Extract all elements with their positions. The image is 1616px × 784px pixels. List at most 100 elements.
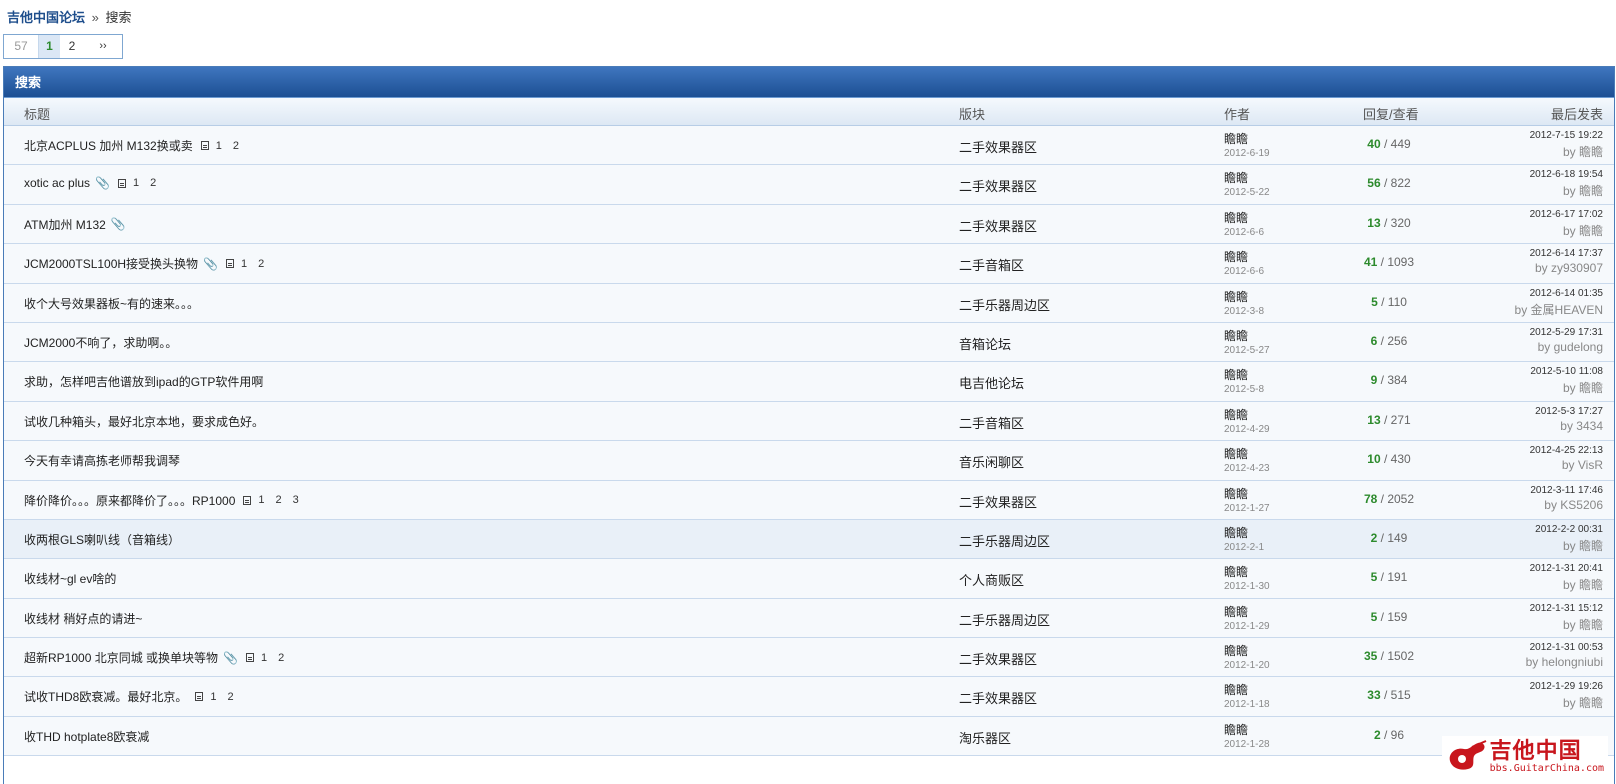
thread-author-link[interactable]: 瞻瞻 bbox=[1224, 366, 1264, 383]
last-post-author[interactable]: by VisR bbox=[1530, 458, 1603, 472]
last-post-author[interactable]: by helongniubi bbox=[1526, 655, 1603, 669]
last-post-author[interactable]: by 3434 bbox=[1535, 419, 1603, 433]
thread-page-link[interactable]: 1 bbox=[216, 140, 222, 152]
thread-author-link[interactable]: 瞻瞻 bbox=[1224, 445, 1270, 462]
last-post-time[interactable]: 2012-1-31 00:53 bbox=[1526, 642, 1603, 653]
last-post-time[interactable]: 2012-2-2 00:31 bbox=[1535, 524, 1603, 535]
last-post-author[interactable]: by 瞻瞻 bbox=[1530, 379, 1603, 396]
thread-stats: 9 / 384 bbox=[1334, 373, 1444, 387]
thread-title-link[interactable]: 试收几种箱头，最好北京本地，要求成色好。 bbox=[24, 413, 264, 430]
last-post-author[interactable]: by 金属HEAVEN bbox=[1515, 301, 1603, 318]
thread-title-link[interactable]: 超新RP1000 北京同城 或换单块等物 bbox=[24, 649, 218, 666]
thread-page-link[interactable]: 3 bbox=[293, 494, 299, 506]
last-post-author[interactable]: by gudelong bbox=[1530, 340, 1603, 354]
thread-title-cell: 降价降价。。。原来都降价了。。。RP1000 1 2 3 bbox=[24, 492, 310, 509]
thread-forum-link[interactable]: 淘乐器区 bbox=[959, 728, 1011, 747]
last-post-time[interactable]: 2012-1-31 15:12 bbox=[1530, 603, 1603, 614]
last-post-author[interactable]: by 瞻瞻 bbox=[1530, 576, 1603, 593]
last-post-author[interactable]: by 瞻瞻 bbox=[1530, 182, 1603, 199]
thread-author-link[interactable]: 瞻瞻 bbox=[1224, 524, 1264, 541]
thread-title-link[interactable]: 收个大号效果器板~有的速来。。。 bbox=[24, 295, 199, 312]
thread-author-link[interactable]: 瞻瞻 bbox=[1224, 563, 1270, 580]
thread-title-link[interactable]: 降价降价。。。原来都降价了。。。RP1000 bbox=[24, 492, 235, 509]
thread-page-link[interactable]: 1 bbox=[261, 652, 267, 664]
thread-forum-link[interactable]: 二手效果器区 bbox=[959, 216, 1037, 235]
thread-title-link[interactable]: ATM加州 M132 bbox=[24, 216, 106, 233]
thread-author-link[interactable]: 瞻瞻 bbox=[1224, 327, 1270, 344]
last-post-author[interactable]: by 瞻瞻 bbox=[1530, 616, 1603, 633]
last-post-time[interactable]: 2012-1-29 19:26 bbox=[1530, 681, 1603, 692]
thread-forum-link[interactable]: 二手效果器区 bbox=[959, 649, 1037, 668]
thread-page-link[interactable]: 2 bbox=[233, 140, 239, 152]
last-post-author[interactable]: by 瞻瞻 bbox=[1535, 537, 1603, 554]
last-post-time[interactable]: 2012-1-31 20:41 bbox=[1530, 563, 1603, 574]
column-forum: 版块 bbox=[959, 107, 986, 122]
thread-page-link[interactable]: 1 bbox=[210, 691, 216, 703]
thread-views: 110 bbox=[1387, 294, 1407, 309]
thread-forum-link[interactable]: 电吉他论坛 bbox=[959, 373, 1024, 392]
thread-title-link[interactable]: 今天有幸请高拣老师帮我调琴 bbox=[24, 452, 180, 469]
column-title: 标题 bbox=[24, 107, 51, 122]
last-post-time[interactable]: 2012-6-14 01:35 bbox=[1515, 288, 1603, 299]
thread-author-link[interactable]: 瞻瞻 bbox=[1224, 642, 1270, 659]
pager-next-button[interactable]: ›› bbox=[84, 35, 122, 58]
thread-page-link[interactable]: 2 bbox=[258, 258, 264, 270]
thread-page-link[interactable]: 2 bbox=[227, 691, 233, 703]
thread-author-link[interactable]: 瞻瞻 bbox=[1224, 721, 1270, 738]
thread-title-link[interactable]: xotic ac plus bbox=[24, 176, 90, 190]
thread-title-link[interactable]: 收两根GLS喇叭线（音箱线） bbox=[24, 531, 180, 548]
thread-title-link[interactable]: JCM2000TSL100H接受换头换物 bbox=[24, 255, 198, 272]
last-post-time[interactable]: 2012-5-10 11:08 bbox=[1530, 366, 1603, 377]
thread-title-link[interactable]: 试收THD8欧衰减。最好北京。 bbox=[24, 688, 187, 705]
last-post-time[interactable]: 2012-5-3 17:27 bbox=[1535, 406, 1603, 417]
thread-forum-link[interactable]: 二手乐器周边区 bbox=[959, 610, 1050, 629]
thread-forum-link[interactable]: 二手乐器周边区 bbox=[959, 531, 1050, 550]
thread-forum-link[interactable]: 二手效果器区 bbox=[959, 137, 1037, 156]
thread-forum-link[interactable]: 二手效果器区 bbox=[959, 176, 1037, 195]
thread-forum-link[interactable]: 二手乐器周边区 bbox=[959, 295, 1050, 314]
thread-page-link[interactable]: 2 bbox=[278, 652, 284, 664]
thread-title-link[interactable]: 收线材~gl ev啥的 bbox=[24, 570, 116, 587]
thread-author-link[interactable]: 瞻瞻 bbox=[1224, 169, 1270, 186]
thread-author-link[interactable]: 瞻瞻 bbox=[1224, 406, 1270, 423]
thread-title-link[interactable]: 收THD hotplate8欧衰减 bbox=[24, 728, 149, 745]
last-post-author[interactable]: by 瞻瞻 bbox=[1530, 222, 1603, 239]
last-post-author[interactable]: by zy930907 bbox=[1530, 261, 1603, 275]
last-post-time[interactable]: 2012-6-17 17:02 bbox=[1530, 209, 1603, 220]
thread-author-link[interactable]: 瞻瞻 bbox=[1224, 248, 1264, 265]
thread-title-cell: 超新RP1000 北京同城 或换单块等物 📎 1 2 bbox=[24, 649, 295, 666]
thread-forum-link[interactable]: 二手效果器区 bbox=[959, 688, 1037, 707]
thread-page-link[interactable]: 1 bbox=[241, 258, 247, 270]
thread-forum-link[interactable]: 音乐闲聊区 bbox=[959, 452, 1024, 471]
breadcrumb-home-link[interactable]: 吉他中国论坛 bbox=[7, 10, 85, 25]
pager-page-2[interactable]: 2 bbox=[60, 35, 84, 58]
thread-forum-link[interactable]: 二手效果器区 bbox=[959, 492, 1037, 511]
thread-forum-link[interactable]: 二手音箱区 bbox=[959, 255, 1024, 274]
thread-forum-link[interactable]: 二手音箱区 bbox=[959, 413, 1024, 432]
thread-forum-link[interactable]: 个人商贩区 bbox=[959, 570, 1024, 589]
last-post-time[interactable]: 2012-4-25 22:13 bbox=[1530, 445, 1603, 456]
thread-page-link[interactable]: 1 bbox=[133, 177, 139, 189]
last-post-time[interactable]: 2012-3-11 17:46 bbox=[1530, 485, 1603, 496]
last-post-time[interactable]: 2012-7-15 19:22 bbox=[1530, 130, 1603, 141]
thread-forum-link[interactable]: 音箱论坛 bbox=[959, 334, 1011, 353]
thread-author-link[interactable]: 瞻瞻 bbox=[1224, 130, 1270, 147]
thread-author-link[interactable]: 瞻瞻 bbox=[1224, 681, 1270, 698]
last-post-time[interactable]: 2012-6-14 17:37 bbox=[1530, 248, 1603, 259]
thread-title-link[interactable]: 收线材 稍好点的请进~ bbox=[24, 610, 142, 627]
thread-title-link[interactable]: 求助，怎样吧吉他谱放到ipad的GTP软件用啊 bbox=[24, 373, 263, 390]
last-post-time[interactable]: 2012-5-29 17:31 bbox=[1530, 327, 1603, 338]
thread-author-link[interactable]: 瞻瞻 bbox=[1224, 603, 1270, 620]
last-post-time[interactable]: 2012-6-18 19:54 bbox=[1530, 169, 1603, 180]
thread-page-link[interactable]: 1 bbox=[258, 494, 264, 506]
thread-author-link[interactable]: 瞻瞻 bbox=[1224, 209, 1264, 226]
thread-author-link[interactable]: 瞻瞻 bbox=[1224, 485, 1270, 502]
thread-title-link[interactable]: 北京ACPLUS 加州 M132换或卖 bbox=[24, 137, 193, 154]
last-post-author[interactable]: by 瞻瞻 bbox=[1530, 694, 1603, 711]
last-post-author[interactable]: by 瞻瞻 bbox=[1530, 143, 1603, 160]
thread-title-link[interactable]: JCM2000不响了，求助啊。。 bbox=[24, 334, 177, 351]
thread-author-link[interactable]: 瞻瞻 bbox=[1224, 288, 1264, 305]
last-post-author[interactable]: by KS5206 bbox=[1530, 498, 1603, 512]
thread-page-link[interactable]: 2 bbox=[150, 177, 156, 189]
thread-page-link[interactable]: 2 bbox=[276, 494, 282, 506]
